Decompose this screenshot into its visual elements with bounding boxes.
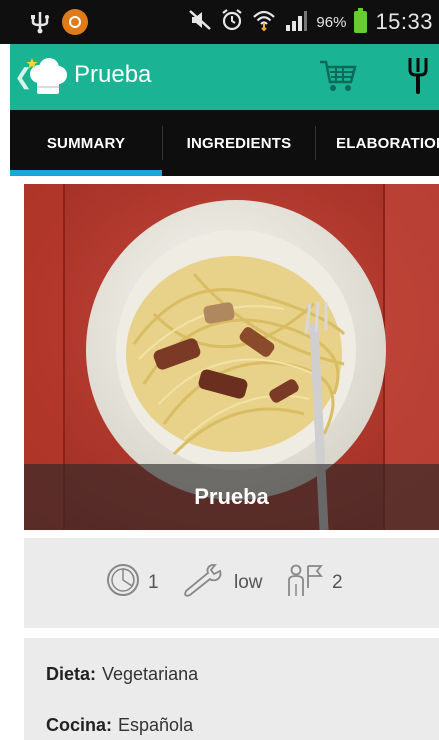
recipe-title-caption: Prueba bbox=[24, 464, 439, 530]
wrench-icon bbox=[182, 563, 226, 603]
tab-ingredients[interactable]: INGREDIENTS bbox=[163, 110, 315, 176]
tab-elaboration[interactable]: ELABORATION bbox=[316, 110, 439, 176]
difficulty-stat: low bbox=[182, 564, 263, 602]
difficulty-value: low bbox=[234, 572, 263, 593]
diet-row: Dieta: Vegetariana bbox=[46, 664, 198, 685]
chef-hat-icon[interactable] bbox=[26, 54, 70, 100]
diet-label: Dieta: bbox=[46, 664, 97, 684]
cuisine-row: Cocina: Española bbox=[46, 715, 193, 736]
tab-summary[interactable]: SUMMARY bbox=[10, 110, 162, 176]
prep-time-stat: 1 bbox=[106, 564, 159, 602]
servings-stat: 2 bbox=[286, 564, 343, 602]
recipe-details-panel: Dieta: Vegetariana Cocina: Española bbox=[24, 638, 439, 740]
tab-selected-indicator bbox=[10, 170, 162, 176]
people-icon bbox=[286, 562, 324, 604]
battery-icon bbox=[354, 8, 368, 33]
battery-percent: 96% bbox=[316, 13, 347, 31]
fork-knife-icon[interactable] bbox=[406, 56, 430, 101]
mute-icon bbox=[188, 9, 212, 36]
recipe-stats-panel: 1 low 2 bbox=[24, 538, 439, 628]
cuisine-value: Española bbox=[118, 715, 194, 735]
clock-icon bbox=[106, 563, 140, 603]
tab-bar: SUMMARY INGREDIENTS ELABORATION bbox=[10, 110, 439, 176]
shopping-cart-icon[interactable] bbox=[318, 56, 358, 101]
clock-time: 15:33 bbox=[375, 9, 433, 34]
signal-icon bbox=[284, 9, 308, 36]
cuisine-label: Cocina: bbox=[46, 715, 113, 735]
usb-icon bbox=[30, 10, 50, 39]
app-notification-icon bbox=[62, 9, 88, 35]
prep-time-value: 1 bbox=[148, 572, 159, 593]
app-title: Prueba bbox=[74, 61, 152, 88]
action-bar: ❮ Prueba bbox=[10, 44, 439, 110]
diet-value: Vegetariana bbox=[102, 664, 199, 684]
recipe-photo[interactable]: Prueba bbox=[24, 184, 439, 530]
alarm-icon bbox=[220, 8, 244, 37]
servings-value: 2 bbox=[332, 572, 343, 593]
wifi-icon bbox=[252, 9, 276, 36]
status-bar: 96% 15:33 bbox=[0, 0, 439, 44]
